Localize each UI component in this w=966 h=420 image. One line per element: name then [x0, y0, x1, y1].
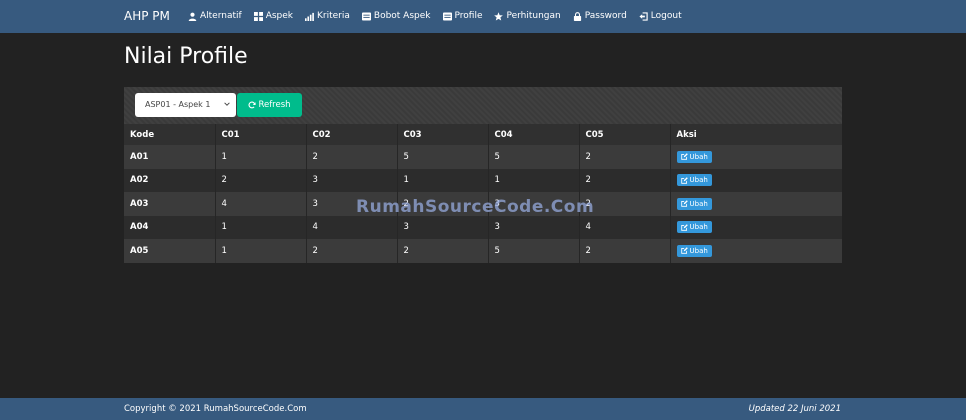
cell-c03: 3 — [397, 215, 489, 239]
table-row: A02 2 3 1 1 2 Ubah — [124, 168, 842, 193]
cell-c04: 3 — [488, 215, 580, 239]
nav-item-perhitungan[interactable]: Perhitungan — [494, 11, 561, 21]
cell-c02: 3 — [306, 168, 398, 192]
footer: Copyright © 2021 RumahSourceCode.Com Upd… — [0, 398, 966, 420]
list-icon — [361, 11, 371, 21]
nav-item-logout[interactable]: Logout — [639, 11, 682, 21]
ubah-label: Ubah — [689, 223, 708, 231]
cell-aksi: Ubah — [670, 145, 842, 169]
cell-c04: 5 — [488, 145, 580, 169]
cell-kode: A03 — [124, 192, 216, 216]
cell-aksi: Ubah — [670, 169, 842, 193]
cell-c01: 2 — [215, 168, 307, 192]
nav-menu: Alternatif Aspek Kriteria Bobot Aspek Pr… — [188, 11, 682, 21]
cell-aksi: Ubah — [670, 216, 842, 240]
nav-item-aspek[interactable]: Aspek — [253, 11, 293, 21]
ubah-button[interactable]: Ubah — [676, 150, 712, 163]
cell-c02: 2 — [306, 145, 398, 169]
cell-c03: 2 — [397, 239, 489, 263]
cell-kode: A05 — [124, 239, 216, 263]
nav-item-profile[interactable]: Profile — [442, 11, 482, 21]
footer-updated: Updated 22 Juni 2021 — [748, 404, 841, 414]
cell-c05: 2 — [579, 239, 671, 263]
edit-icon — [680, 153, 688, 160]
nav-item-password[interactable]: Password — [573, 11, 627, 21]
navbar: AHP PM Alternatif Aspek Kriteria Bobot A… — [0, 0, 966, 33]
cell-c02: 4 — [306, 215, 398, 239]
profile-table: Kode C01 C02 C03 C04 C05 Aksi A01 1 2 5 5 2 Ub… — [124, 124, 842, 263]
table-header-row: Kode C01 C02 C03 C04 C05 Aksi — [124, 124, 842, 145]
user-icon — [188, 12, 197, 21]
edit-icon — [680, 176, 688, 184]
lock-icon — [573, 11, 581, 21]
cell-c01: 4 — [215, 192, 307, 216]
list-icon — [442, 11, 452, 21]
page-title: Nilai Profile — [124, 44, 248, 69]
ubah-button[interactable]: Ubah — [676, 174, 712, 186]
cell-c01: 1 — [215, 215, 307, 239]
table-row: A04 1 4 3 3 4 Ubah — [124, 215, 842, 240]
cell-c05: 4 — [579, 215, 671, 239]
cell-c01: 1 — [215, 239, 307, 263]
nav-item-bobot-aspek[interactable]: Bobot Aspek — [361, 11, 431, 21]
cell-c05: 2 — [579, 168, 671, 192]
ubah-label: Ubah — [689, 152, 708, 161]
cell-c04: 5 — [488, 239, 580, 263]
logout-icon — [639, 11, 648, 21]
edit-icon — [680, 200, 688, 207]
edit-icon — [680, 247, 688, 254]
header-c03: C03 — [397, 124, 489, 145]
header-c04: C04 — [488, 124, 580, 145]
star-icon — [494, 11, 504, 21]
table-row: A05 1 2 2 5 2 Ubah — [124, 239, 842, 263]
cell-aksi: Ubah — [670, 239, 842, 263]
refresh-button[interactable]: Refresh — [237, 93, 302, 117]
nav-item-alternatif[interactable]: Alternatif — [188, 11, 242, 21]
aspek-select[interactable]: ASP01 - Aspek 1 — [135, 93, 236, 117]
cell-aksi: Ubah — [670, 192, 842, 216]
header-c02: C02 — [306, 124, 398, 145]
header-kode: Kode — [124, 124, 216, 145]
aspek-select-value: ASP01 - Aspek 1 — [145, 100, 211, 109]
header-c05: C05 — [579, 124, 671, 145]
cell-kode: A04 — [124, 215, 216, 239]
watermark: RumahSourceCode.Com — [356, 197, 595, 217]
cell-kode: A02 — [124, 168, 216, 192]
refresh-icon — [248, 101, 257, 109]
signal-icon — [305, 12, 314, 21]
ubah-button[interactable]: Ubah — [676, 244, 712, 257]
chevron-down-icon — [224, 102, 230, 106]
cell-c05: 2 — [579, 145, 671, 169]
cell-c03: 5 — [397, 145, 489, 169]
ubah-button[interactable]: Ubah — [676, 221, 712, 233]
profile-panel: ASP01 - Aspek 1 Refresh Kode C01 C02 C03… — [124, 87, 842, 263]
cell-c04: 1 — [488, 168, 580, 192]
table-toolbar: ASP01 - Aspek 1 Refresh — [124, 87, 842, 124]
footer-copyright: Copyright © 2021 RumahSourceCode.Com — [124, 404, 307, 414]
nav-item-kriteria[interactable]: Kriteria — [305, 11, 350, 21]
grid-icon — [253, 11, 263, 21]
brand[interactable]: AHP PM — [124, 9, 170, 23]
cell-c03: 1 — [397, 168, 489, 192]
ubah-label: Ubah — [689, 246, 708, 255]
cell-c01: 1 — [215, 145, 307, 169]
cell-kode: A01 — [124, 145, 216, 169]
header-aksi: Aksi — [676, 129, 697, 140]
edit-icon — [680, 223, 688, 231]
cell-c02: 2 — [306, 239, 398, 263]
ubah-button[interactable]: Ubah — [676, 197, 712, 210]
table-row: A01 1 2 5 5 2 Ubah — [124, 145, 842, 169]
ubah-label: Ubah — [689, 176, 708, 184]
header-c01: C01 — [215, 124, 307, 145]
ubah-label: Ubah — [689, 199, 708, 208]
